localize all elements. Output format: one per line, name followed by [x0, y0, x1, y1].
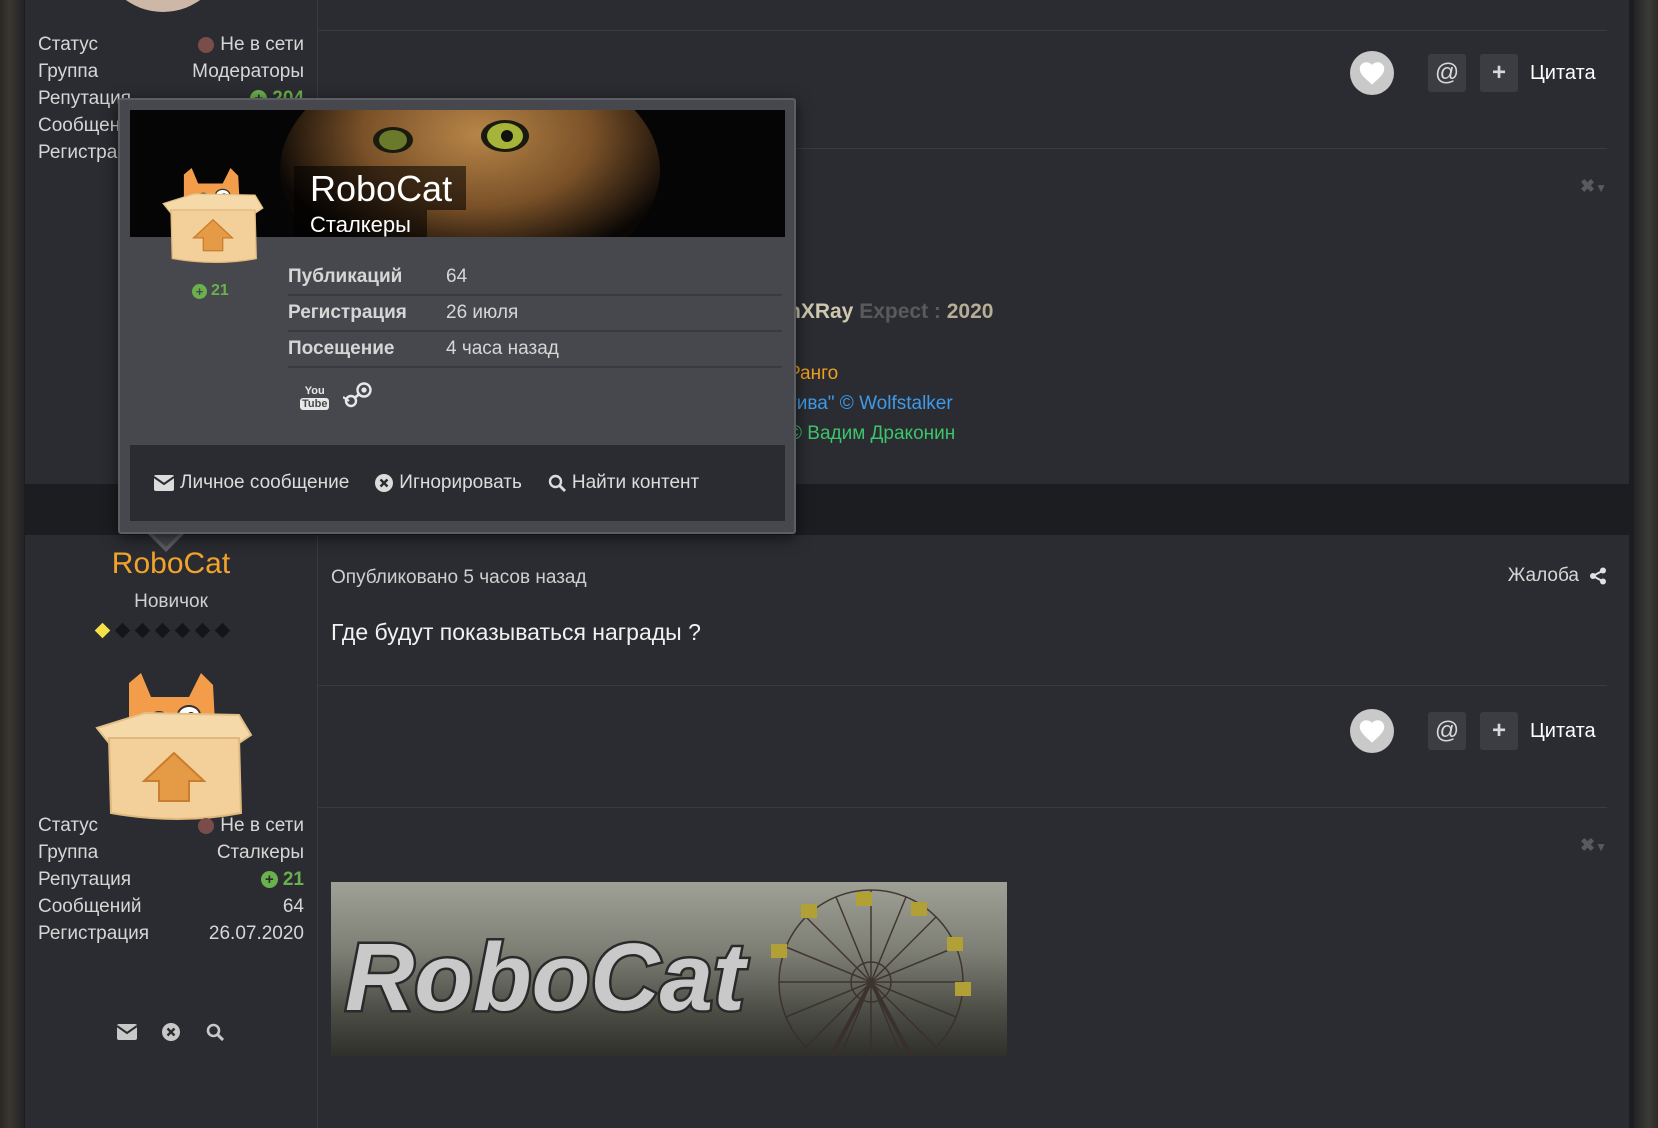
hovercard-avatar[interactable]	[158, 168, 268, 278]
search-icon[interactable]	[204, 1021, 226, 1043]
rank-pip	[94, 622, 111, 639]
plus-circle-icon: +	[260, 871, 278, 888]
hovercard-group-box: Сталкеры	[294, 210, 427, 237]
hovercard-stat-lastvisit: Посещение 4 часа назад	[288, 332, 782, 368]
mention-button[interactable]: @	[1428, 712, 1466, 750]
author-rank: Новичок	[134, 591, 208, 612]
report-link[interactable]: Жалоба	[1508, 565, 1607, 587]
envelope-icon	[154, 475, 174, 491]
signature-controls[interactable]: ✖▼	[1580, 176, 1607, 197]
hovercard-username[interactable]: RoboCat	[310, 168, 452, 210]
signature-line: nXRay Expect : 2020	[788, 300, 994, 323]
post-published-time[interactable]: Опубликовано 5 часов назад	[331, 567, 587, 589]
hovercard-stat-posts: Публикаций 64	[288, 260, 782, 296]
plus-icon: +	[1491, 717, 1506, 744]
hovercard-social-links: You Tube	[300, 382, 373, 413]
post-actions: @ + Цитата	[1350, 709, 1596, 753]
rank-pip	[194, 622, 211, 639]
stat-group: Группа Модераторы	[38, 61, 304, 82]
hovercard-actions: Личное сообщение Игнорировать Найти конт…	[130, 445, 785, 521]
author-avatar[interactable]	[89, 673, 259, 823]
private-message-button[interactable]: Личное сообщение	[154, 472, 349, 494]
ferris-wheel-graphic: RoboCat	[343, 889, 971, 1056]
multiquote-button[interactable]: +	[1480, 712, 1518, 750]
post-current: RoboCat Новичок Статус Не в сети Группа …	[25, 535, 1629, 1128]
plus-icon: +	[1491, 59, 1506, 86]
signature-controls[interactable]: ✖▼	[1580, 835, 1607, 856]
signature-link[interactable]: © Вадим Драконин	[788, 423, 955, 445]
ignore-button[interactable]: Игнорировать	[375, 472, 522, 494]
ignore-icon[interactable]	[160, 1021, 182, 1043]
multiquote-button[interactable]: +	[1480, 54, 1518, 92]
svg-text:RoboCat: RoboCat	[345, 924, 749, 1031]
divider	[318, 807, 1607, 808]
find-content-button[interactable]: Найти контент	[548, 472, 699, 494]
author-stats: Статус Не в сети Группа Сталкеры Репутация…	[38, 812, 304, 947]
heart-icon	[1359, 62, 1385, 85]
stat-status: Статус Не в сети	[38, 815, 304, 836]
divider	[318, 685, 1607, 686]
chevron-down-icon[interactable]: ▼	[1595, 840, 1607, 854]
stat-group: Группа Сталкеры	[38, 842, 304, 863]
rank-pip	[214, 622, 231, 639]
plus-circle-icon: +	[192, 283, 207, 299]
hovercard-reputation: +21	[192, 282, 229, 300]
user-hovercard: RoboCat Сталкеры +21 Публикаций 64 Регист…	[118, 98, 796, 534]
at-icon: @	[1434, 717, 1460, 744]
envelope-icon[interactable]	[116, 1021, 138, 1043]
hovercard-group: Сталкеры	[310, 212, 411, 237]
quote-button[interactable]: Цитата	[1530, 62, 1596, 85]
stat-posts: Сообщений 64	[38, 896, 304, 917]
hovercard-stats: Публикаций 64 Регистрация 26 июля Посещени…	[288, 260, 782, 368]
background-edge-left	[0, 0, 24, 1128]
youtube-icon[interactable]: You Tube	[300, 385, 330, 410]
post-actions: @ + Цитата	[1350, 51, 1596, 95]
hovercard-name-box: RoboCat	[294, 166, 467, 210]
post-content: Где будут показываться награды ?	[331, 619, 701, 645]
stat-status: Статус Не в сети	[38, 34, 304, 55]
stat-registration: Регистрация 26.07.2020	[38, 923, 304, 944]
offline-status-icon	[198, 36, 215, 53]
rank-pip	[134, 622, 151, 639]
like-button[interactable]	[1350, 709, 1394, 753]
rank-pip	[174, 622, 191, 639]
background-edge-right	[1634, 0, 1658, 1128]
quote-button[interactable]: Цитата	[1530, 720, 1596, 743]
close-icon[interactable]: ✖	[1580, 176, 1595, 196]
stat-reputation: Репутация +21	[38, 869, 304, 890]
post-author-sidebar: RoboCat Новичок Статус Не в сети Группа …	[25, 535, 318, 1128]
signature-link[interactable]: тива" © Wolfstalker	[788, 393, 953, 415]
search-icon	[548, 474, 566, 492]
heart-icon	[1359, 720, 1385, 743]
rank-pip	[154, 622, 171, 639]
divider	[318, 30, 1607, 31]
rank-pip	[114, 622, 131, 639]
like-button[interactable]	[1350, 51, 1394, 95]
ignore-icon	[375, 474, 394, 492]
hovercard-stat-joined: Регистрация 26 июля	[288, 296, 782, 332]
close-icon[interactable]: ✖	[1580, 835, 1595, 855]
chevron-down-icon[interactable]: ▼	[1595, 181, 1607, 195]
share-icon[interactable]	[1589, 567, 1607, 585]
rank-pips	[94, 622, 231, 639]
author-name-link[interactable]: RoboCat	[25, 547, 317, 581]
post-body: Опубликовано 5 часов назад Жалоба Где бу…	[318, 535, 1629, 1128]
steam-icon[interactable]	[342, 382, 373, 413]
author-quick-actions	[25, 1021, 317, 1043]
avatar-partial[interactable]	[103, 0, 223, 12]
signature-banner-image: RoboCat	[331, 882, 1007, 1056]
cat-in-box-avatar	[95, 673, 253, 820]
mention-button[interactable]: @	[1428, 54, 1466, 92]
at-icon: @	[1434, 59, 1460, 86]
cat-in-box-avatar	[162, 168, 264, 264]
offline-status-icon	[198, 817, 215, 834]
